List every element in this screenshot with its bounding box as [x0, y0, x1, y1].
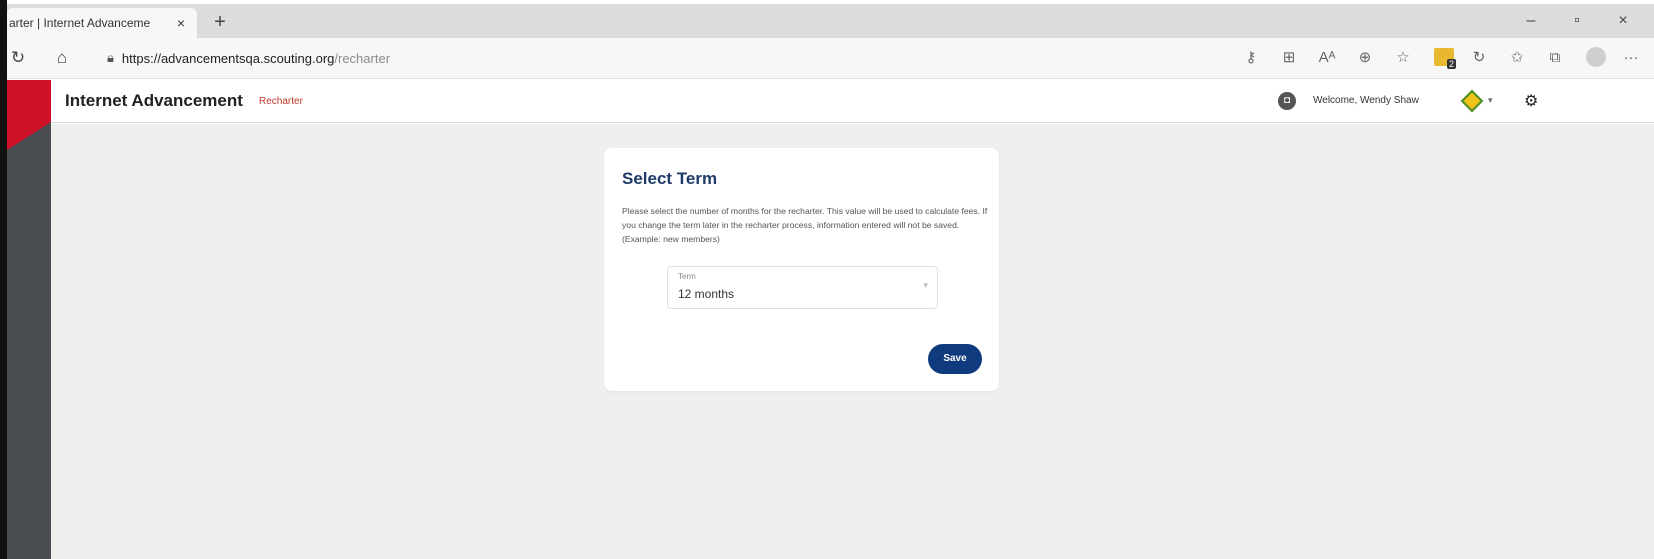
new-tab-icon[interactable]: + — [210, 11, 230, 33]
select-term-card: Select Term Please select the number of … — [604, 148, 999, 391]
url-path: /recharter — [334, 50, 391, 66]
copilot-icon[interactable]: ↻ — [1466, 48, 1492, 66]
app-header: Internet Advancement Recharter ◘ Welcome… — [51, 80, 1654, 123]
organization-icon[interactable] — [1460, 89, 1484, 113]
term-value: 12 months — [678, 287, 735, 301]
key-icon[interactable]: ⚷ — [1238, 48, 1264, 66]
chevron-down-icon[interactable]: ▾ — [1488, 95, 1493, 106]
card-description: Please select the number of months for t… — [622, 206, 988, 244]
lock-icon: 🔒︎ — [107, 50, 114, 65]
profile-icon[interactable] — [1586, 47, 1606, 67]
gear-icon[interactable]: ⚙ — [1524, 91, 1538, 111]
collections-icon[interactable]: ⧉ — [1542, 49, 1568, 66]
extension-badge: 2 — [1446, 59, 1456, 69]
app-side-rail — [7, 80, 51, 559]
url-host: https://advancementsqa.scouting.org — [121, 50, 335, 66]
app-title: Internet Advancement — [65, 91, 243, 110]
favorite-add-icon[interactable]: ☆ — [1390, 48, 1416, 66]
close-window-icon[interactable]: × — [1600, 12, 1646, 30]
address-bar-row: ↻ ⌂ 🔒︎ https://advancementsqa.scouting.o… — [7, 38, 1654, 79]
url-text: https://advancementsqa.scouting.org/rech… — [122, 51, 390, 66]
app-subtitle: Recharter — [259, 96, 303, 107]
favorites-icon[interactable]: ✩ — [1504, 48, 1530, 66]
term-label: Term — [678, 272, 696, 281]
tab-close-icon[interactable]: × — [173, 15, 189, 31]
save-button[interactable]: Save — [928, 344, 982, 374]
main-content: Select Term Please select the number of … — [51, 124, 1654, 559]
restore-icon[interactable]: ▫ — [1554, 12, 1600, 30]
minimize-icon[interactable]: – — [1508, 12, 1554, 30]
browser-toolbar: ⚷ ⊞ Aᴬ ⊕ ☆ 2 ↻ ✩ ⧉ ··· — [1226, 47, 1644, 69]
notification-icon[interactable]: ◘ — [1278, 92, 1296, 110]
extension-icon[interactable]: 2 — [1434, 48, 1456, 69]
welcome-text: Welcome, Wendy Shaw — [1313, 95, 1419, 106]
screenshot-frame: arter | Internet Advanceme × + – ▫ × ↻ ⌂… — [0, 0, 1654, 559]
chevron-down-icon: ▾ — [923, 280, 928, 290]
term-select[interactable]: Term 12 months ▾ — [667, 266, 938, 309]
zoom-icon[interactable]: ⊕ — [1352, 48, 1378, 66]
more-icon[interactable]: ··· — [1618, 49, 1644, 66]
home-icon[interactable]: ⌂ — [51, 48, 73, 68]
refresh-icon[interactable]: ↻ — [7, 48, 29, 68]
left-edge — [0, 0, 7, 559]
card-title: Select Term — [622, 169, 718, 188]
browser-tab-strip: arter | Internet Advanceme × + – ▫ × — [7, 4, 1654, 38]
window-controls: – ▫ × — [1508, 12, 1646, 30]
url-field[interactable]: 🔒︎ https://advancementsqa.scouting.org/r… — [107, 50, 390, 66]
browser-tab[interactable]: arter | Internet Advanceme × — [7, 8, 197, 38]
grid-icon[interactable]: ⊞ — [1276, 48, 1302, 66]
tab-title: arter | Internet Advanceme — [9, 16, 151, 30]
read-aloud-icon[interactable]: Aᴬ — [1314, 49, 1340, 66]
